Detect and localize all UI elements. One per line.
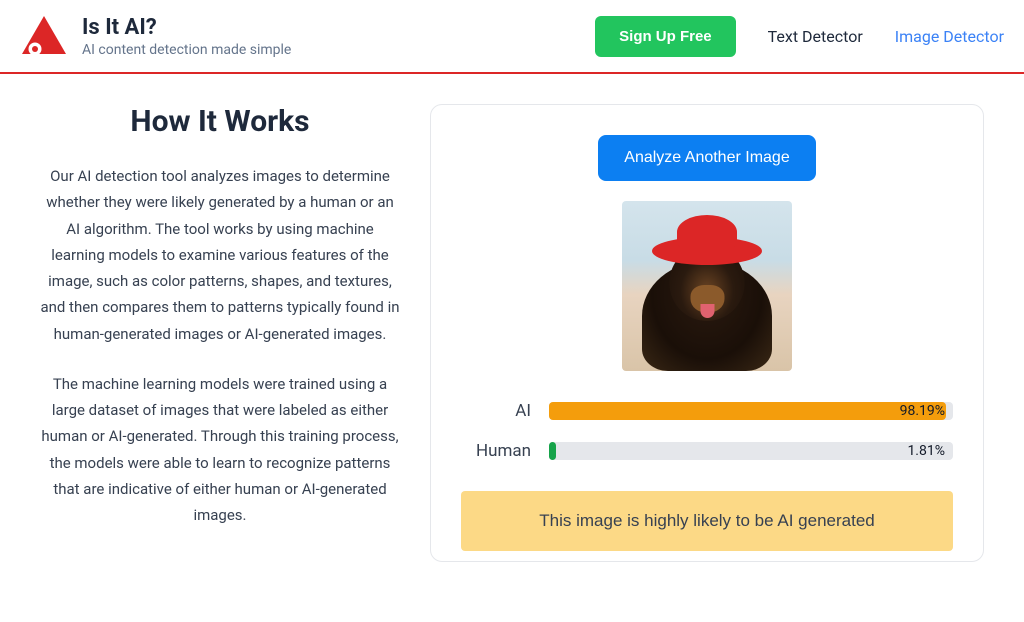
ai-result-row: AI 98.19%	[461, 401, 953, 421]
section-heading: How It Works	[40, 104, 400, 139]
ai-bar-fill	[549, 402, 946, 420]
logo-section: Is It AI? AI content detection made simp…	[20, 12, 291, 60]
main-content: How It Works Our AI detection tool analy…	[0, 74, 1024, 592]
description-para-2: The machine learning models were trained…	[40, 371, 400, 529]
verdict-banner: This image is highly likely to be AI gen…	[461, 491, 953, 551]
human-label: Human	[461, 441, 531, 461]
app-title: Is It AI?	[82, 15, 291, 40]
description-para-1: Our AI detection tool analyzes images to…	[40, 163, 400, 347]
ai-label: AI	[461, 401, 531, 421]
logo-icon	[20, 12, 68, 60]
human-result-row: Human 1.81%	[461, 441, 953, 461]
nav-image-detector[interactable]: Image Detector	[895, 27, 1004, 46]
ai-bar: 98.19%	[549, 402, 953, 420]
app-subtitle: AI content detection made simple	[82, 42, 291, 58]
header: Is It AI? AI content detection made simp…	[0, 0, 1024, 74]
human-percent: 1.81%	[907, 443, 945, 459]
result-panel: Analyze Another Image AI 98.19% Hum	[430, 104, 984, 562]
human-bar-fill	[549, 442, 556, 460]
how-it-works-section: How It Works Our AI detection tool analy…	[40, 104, 400, 562]
human-bar: 1.81%	[549, 442, 953, 460]
header-nav: Sign Up Free Text Detector Image Detecto…	[595, 16, 1004, 57]
signup-button[interactable]: Sign Up Free	[595, 16, 736, 57]
analyze-another-button[interactable]: Analyze Another Image	[598, 135, 815, 181]
ai-percent: 98.19%	[900, 403, 945, 419]
nav-text-detector[interactable]: Text Detector	[768, 27, 863, 46]
analyzed-image-preview	[622, 201, 792, 371]
